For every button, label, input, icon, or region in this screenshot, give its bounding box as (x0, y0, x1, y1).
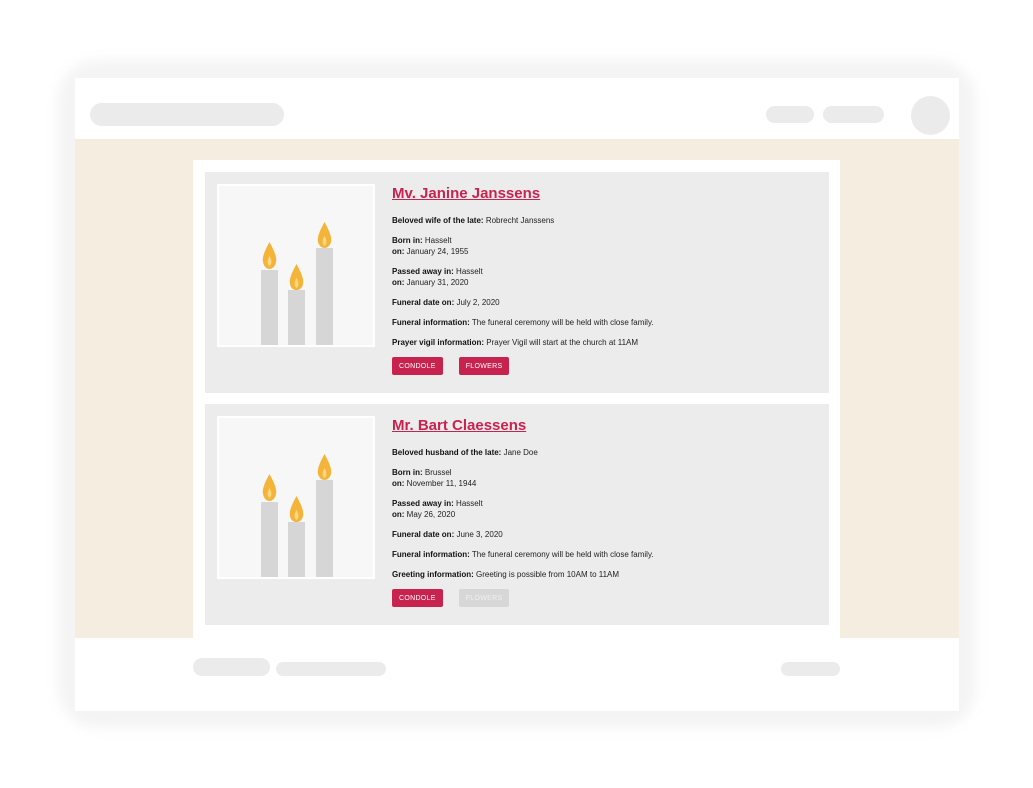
funeral-date-label: Funeral date on: (392, 298, 455, 307)
prayer-vigil-label: Prayer vigil information: (392, 338, 485, 347)
passed-on-label: on: (392, 510, 405, 519)
funeral-date-line: Funeral date on: July 2, 2020 (392, 297, 812, 308)
born-in-value: Brussel (424, 468, 452, 477)
funeral-date-label: Funeral date on: (392, 530, 455, 539)
greeting-value: Greeting is possible from 10AM to 11AM (476, 570, 620, 579)
spouse-line: Beloved husband of the late: Jane Doe (392, 447, 812, 458)
passed-on-label: on: (392, 278, 405, 287)
obituary-actions: CONDOLE FLOWERS (392, 357, 812, 375)
candles-icon (217, 184, 375, 347)
passed-on-line: on: May 26, 2020 (392, 509, 812, 520)
born-in-line: Born in: Brussel (392, 467, 812, 478)
funeral-info-line: Funeral information: The funeral ceremon… (392, 317, 812, 328)
born-in-label: Born in: (392, 236, 423, 245)
site-footer (75, 638, 959, 711)
passed-on-line: on: January 31, 2020 (392, 277, 812, 288)
passed-in-line: Passed away in: Hasselt (392, 498, 812, 509)
site-header (75, 78, 959, 139)
born-on-label: on: (392, 247, 405, 256)
candles-icon (217, 416, 375, 579)
obituary-details: Mv. Janine Janssens Beloved wife of the … (392, 184, 812, 375)
main-content: Mv. Janine Janssens Beloved wife of the … (75, 139, 959, 638)
passed-in-label: Passed away in: (392, 267, 454, 276)
spouse-label: Beloved wife of the late: (392, 216, 484, 225)
passed-in-value: Hasselt (456, 267, 483, 276)
born-in-value: Hasselt (424, 236, 452, 245)
passed-in-label: Passed away in: (392, 499, 454, 508)
footer-link-placeholder[interactable] (781, 662, 840, 676)
born-in-line: Born in: Hasselt (392, 235, 812, 246)
prayer-vigil-line: Prayer vigil information: Prayer Vigil w… (392, 337, 812, 348)
browser-stage: Mv. Janine Janssens Beloved wife of the … (0, 0, 1033, 788)
spouse-line: Beloved wife of the late: Robrecht Janss… (392, 215, 812, 226)
greeting-label: Greeting information: (392, 570, 474, 579)
footer-link-placeholder[interactable] (276, 662, 386, 676)
browser-window: Mv. Janine Janssens Beloved wife of the … (75, 78, 959, 711)
funeral-date-value: July 2, 2020 (456, 298, 500, 307)
spouse-value: Robrecht Janssens (485, 216, 555, 225)
born-on-line: on: November 11, 1944 (392, 478, 812, 489)
passed-on-value: May 26, 2020 (406, 510, 456, 519)
nav-link-placeholder[interactable] (823, 106, 884, 123)
site-logo-placeholder[interactable] (90, 103, 284, 126)
funeral-date-line: Funeral date on: June 3, 2020 (392, 529, 812, 540)
obituary-name-link[interactable]: Mv. Janine Janssens (392, 184, 812, 203)
funeral-info-value: The funeral ceremony will be held with c… (471, 318, 654, 327)
user-avatar[interactable] (911, 96, 950, 135)
passed-in-line: Passed away in: Hasselt (392, 266, 812, 277)
obituary-card: Mv. Janine Janssens Beloved wife of the … (205, 172, 829, 393)
born-on-line: on: January 24, 1955 (392, 246, 812, 257)
condole-button[interactable]: CONDOLE (392, 589, 443, 607)
passed-on-value: January 31, 2020 (406, 278, 469, 287)
obituary-card: Mr. Bart Claessens Beloved husband of th… (205, 404, 829, 625)
obituary-list: Mv. Janine Janssens Beloved wife of the … (193, 160, 840, 638)
nav-link-placeholder[interactable] (766, 106, 814, 123)
funeral-info-label: Funeral information: (392, 318, 470, 327)
funeral-info-line: Funeral information: The funeral ceremon… (392, 549, 812, 560)
obituary-name-link[interactable]: Mr. Bart Claessens (392, 416, 812, 435)
obituary-actions: CONDOLE FLOWERS (392, 589, 812, 607)
born-on-value: November 11, 1944 (406, 479, 477, 488)
condole-button[interactable]: CONDOLE (392, 357, 443, 375)
passed-in-value: Hasselt (456, 499, 483, 508)
funeral-info-value: The funeral ceremony will be held with c… (471, 550, 654, 559)
greeting-line: Greeting information: Greeting is possib… (392, 569, 812, 580)
flowers-button-disabled: FLOWERS (458, 589, 510, 607)
born-on-value: January 24, 1955 (406, 247, 469, 256)
spouse-value: Jane Doe (503, 448, 538, 457)
born-in-label: Born in: (392, 468, 423, 477)
funeral-date-value: June 3, 2020 (456, 530, 503, 539)
obituary-details: Mr. Bart Claessens Beloved husband of th… (392, 416, 812, 607)
flowers-button[interactable]: FLOWERS (458, 357, 510, 375)
prayer-vigil-value: Prayer Vigil will start at the church at… (486, 338, 639, 347)
funeral-info-label: Funeral information: (392, 550, 470, 559)
born-on-label: on: (392, 479, 405, 488)
spouse-label: Beloved husband of the late: (392, 448, 502, 457)
footer-link-placeholder[interactable] (193, 658, 270, 676)
